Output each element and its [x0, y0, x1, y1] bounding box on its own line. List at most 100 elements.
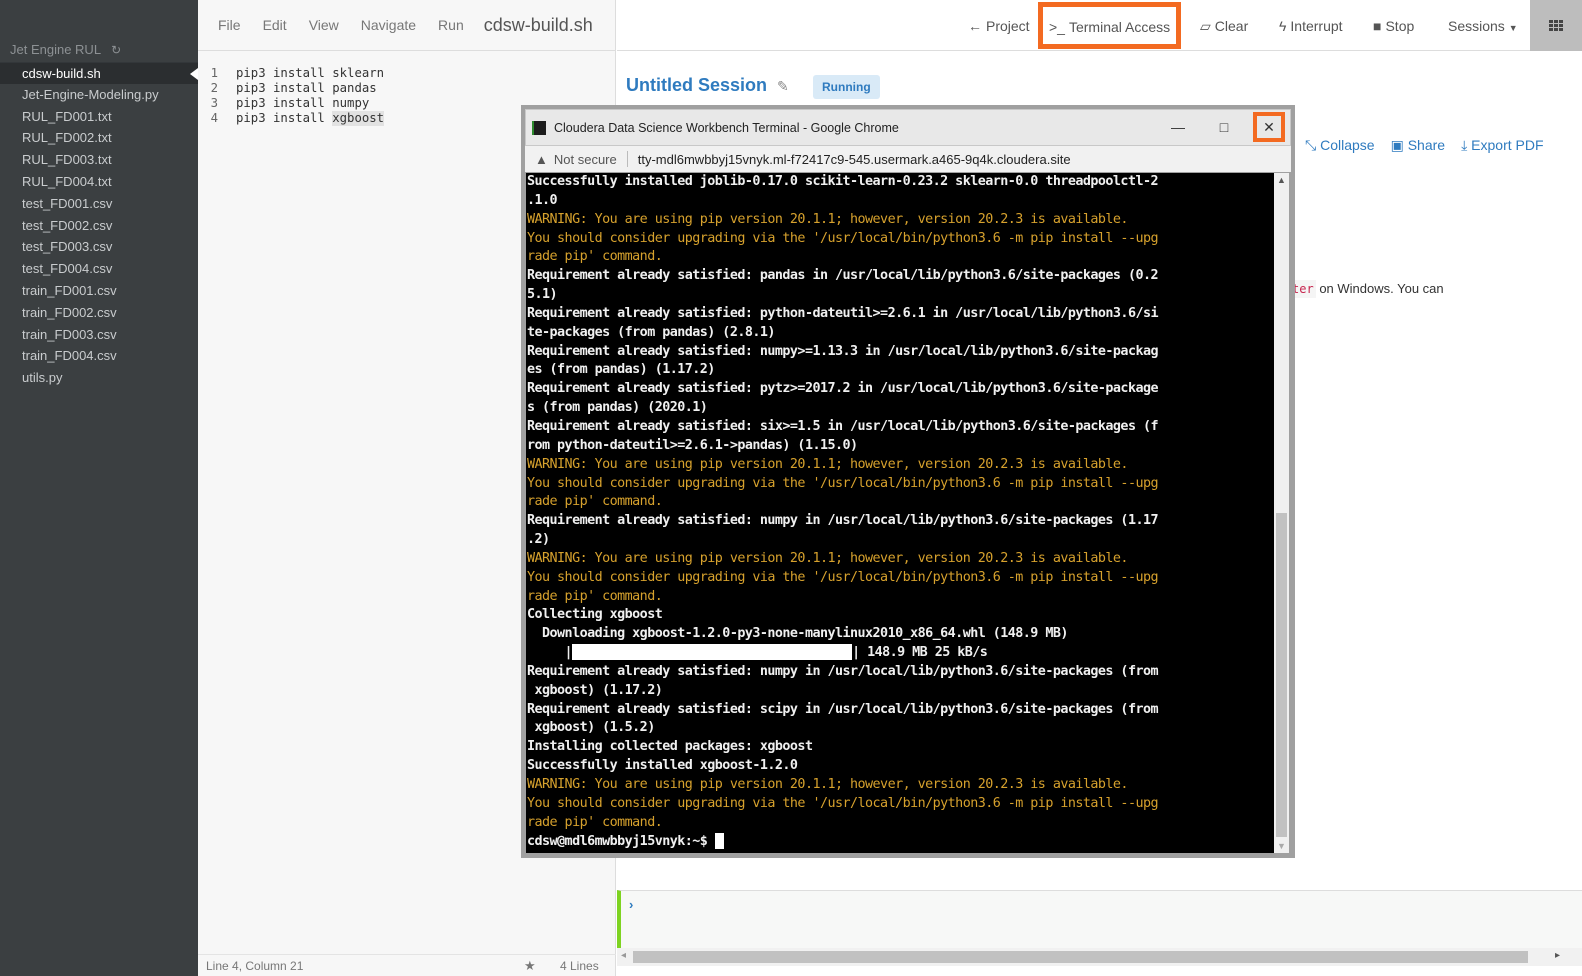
terminal-warning-line: WARNING: You are using pip version 20.1.… [527, 550, 1129, 566]
menu-navigate[interactable]: Navigate [361, 17, 416, 33]
terminal-line: xgboost) (1.5.2) [527, 720, 656, 736]
terminal-scrollbar[interactable]: ▲ ▼ [1274, 173, 1289, 853]
menu-file[interactable]: File [218, 17, 241, 33]
terminal-line: te-packages (from pandas) (2.8.1) [527, 324, 775, 340]
terminal-warning-line: rade pip' command. [527, 588, 663, 604]
code-line: 4 pip3 install xgboost [210, 111, 385, 126]
file-item[interactable]: cdsw-build.sh [0, 62, 198, 84]
session-title[interactable]: Untitled Session [626, 75, 767, 96]
address-bar[interactable]: ▲ Not secure tty-mdl6mwbbyj15vnyk.ml-f72… [525, 146, 1291, 172]
terminal-warning-line: You should consider upgrading via the '/… [527, 230, 1159, 246]
caret-down-icon: ▼ [1508, 23, 1518, 33]
project-button[interactable]: ← Project [968, 0, 1030, 51]
share-button[interactable]: ▣ Share [1391, 137, 1445, 154]
file-item[interactable]: utils.py [0, 367, 198, 389]
terminal-icon: >_ [1049, 19, 1065, 35]
terminal-line: 5.1) [527, 287, 558, 303]
terminal-line: Requirement already satisfied: pandas in… [527, 268, 1159, 284]
terminal-line: Requirement already satisfied: pytz>=201… [527, 381, 1159, 397]
menu-run[interactable]: Run [438, 17, 464, 33]
menu-edit[interactable]: Edit [263, 17, 287, 33]
file-item[interactable]: train_FD003.csv [0, 324, 198, 346]
file-item[interactable]: RUL_FD004.txt [0, 171, 198, 193]
terminal-line: Successfully installed joblib-0.17.0 sci… [527, 174, 1159, 189]
file-item[interactable]: test_FD002.csv [0, 215, 198, 237]
file-item[interactable]: train_FD001.csv [0, 280, 198, 302]
session-actions: ⤡ Collapse ▣ Share ⤓ Export PDF [1305, 137, 1544, 154]
terminal-line: Requirement already satisfied: numpy in … [527, 513, 1159, 529]
close-button[interactable]: ✕ [1253, 112, 1285, 142]
terminal-line: Requirement already satisfied: python-da… [527, 305, 1159, 321]
edit-icon[interactable]: ✎ [777, 78, 789, 95]
project-header: Jet Engine RUL ↻ [10, 42, 121, 57]
refresh-icon[interactable]: ↻ [111, 43, 121, 57]
terminal-warning-line: rade pip' command. [527, 249, 663, 265]
scroll-right-icon[interactable]: ▸ [1555, 950, 1560, 961]
console-input[interactable]: › [617, 890, 1582, 948]
terminal-line: es (from pandas) (1.17.2) [527, 362, 715, 378]
grid-icon [1549, 20, 1563, 31]
terminal-warning-line: rade pip' command. [527, 494, 663, 510]
terminal-line: Successfully installed xgboost-1.2.0 [527, 758, 798, 774]
window-titlebar[interactable]: Cloudera Data Science Workbench Terminal… [525, 109, 1291, 146]
maximize-button[interactable]: □ [1204, 110, 1244, 145]
editor-menubar: File Edit View Navigate Run cdsw-build.s… [198, 0, 615, 51]
bolt-icon: ϟ [1279, 18, 1287, 34]
scrollbar-thumb[interactable] [633, 951, 1528, 963]
terminal-line: .2) [527, 532, 550, 548]
editor-filename: cdsw-build.sh [483, 14, 593, 35]
stop-button[interactable]: ■ Stop [1373, 0, 1414, 51]
file-item[interactable]: Jet-Engine-Modeling.py [0, 84, 198, 106]
collapse-icon: ⤡ [1305, 137, 1317, 153]
code-line: 3 pip3 install numpy [210, 96, 370, 110]
scroll-down-icon[interactable]: ▼ [1277, 841, 1286, 851]
file-list: cdsw-build.sh Jet-Engine-Modeling.py RUL_F… [0, 62, 198, 389]
scroll-left-icon[interactable]: ◂ [621, 950, 626, 961]
arrow-left-icon: ← [968, 18, 982, 34]
clear-button[interactable]: ▱ Clear [1200, 0, 1248, 51]
terminal-line: Requirement already satisfied: numpy in … [527, 663, 1159, 679]
stop-icon: ■ [1373, 18, 1382, 34]
terminal-warning-line: WARNING: You are using pip version 20.1.… [527, 777, 1129, 792]
download-icon: ⤓ [1461, 137, 1468, 153]
terminal-line: s (from pandas) (2020.1) [527, 400, 708, 416]
minimize-button[interactable]: — [1158, 110, 1198, 145]
share-icon: ▣ [1390, 137, 1404, 153]
file-sidebar: Jet Engine RUL ↻ cdsw-build.sh Jet-Engine… [0, 0, 198, 976]
sessions-dropdown[interactable]: Sessions ▼ [1448, 0, 1518, 51]
horizontal-scrollbar[interactable]: ◂ ▸ [617, 948, 1582, 966]
apps-grid-button[interactable] [1530, 0, 1582, 51]
terminal-line: Collecting xgboost [527, 607, 663, 623]
file-item[interactable]: test_FD004.csv [0, 258, 198, 280]
file-item[interactable]: RUL_FD002.txt [0, 127, 198, 149]
file-item[interactable]: RUL_FD003.txt [0, 149, 198, 171]
file-item[interactable]: train_FD002.csv [0, 302, 198, 324]
code-line: 1 pip3 install sklearn [210, 66, 385, 80]
terminal-app-icon [532, 120, 546, 135]
collapse-button[interactable]: ⤡ Collapse [1305, 137, 1375, 154]
terminal-prompt: cdsw@mdl6mwbbyj15vnyk:~$ [527, 832, 1274, 852]
terminal-line: xgboost) (1.17.2) [527, 682, 663, 698]
terminal-access-button[interactable]: >_ Terminal Access [1038, 2, 1182, 49]
terminal-warning-line: You should consider upgrading via the '/… [527, 475, 1159, 491]
file-item[interactable]: test_FD001.csv [0, 193, 198, 215]
menu-view[interactable]: View [309, 17, 339, 33]
selected-text: xgboost [332, 111, 385, 126]
terminal-warning-line: You should consider upgrading via the '/… [527, 569, 1159, 585]
export-pdf-button[interactable]: ⤓ Export PDF [1461, 137, 1543, 154]
url-text: tty-mdl6mwbbyj15vnyk.ml-f72417c9-545.use… [637, 151, 1071, 167]
session-toolbar: ← Project >_ Terminal Access ▱ Clear ϟ Inter… [617, 0, 1582, 51]
terminal-line: Installing collected packages: xgboost [527, 739, 813, 755]
interrupt-button[interactable]: ϟ Interrupt [1279, 0, 1343, 51]
session-output-text: ter on Windows. You can [1290, 280, 1444, 298]
file-item[interactable]: test_FD003.csv [0, 236, 198, 258]
terminal-output[interactable]: Successfully installed joblib-0.17.0 sci… [526, 173, 1274, 853]
terminal-warning-line: WARNING: You are using pip version 20.1.… [527, 456, 1129, 472]
line-count: 4 Lines [560, 958, 599, 973]
file-item[interactable]: RUL_FD001.txt [0, 106, 198, 128]
star-icon[interactable]: ★ [524, 958, 536, 974]
scrollbar-thumb[interactable] [1276, 513, 1287, 837]
file-item[interactable]: train_FD004.csv [0, 345, 198, 367]
code-area[interactable]: 1 pip3 install sklearn 2 pip3 install pand… [198, 66, 385, 126]
scroll-up-icon[interactable]: ▲ [1277, 175, 1286, 185]
